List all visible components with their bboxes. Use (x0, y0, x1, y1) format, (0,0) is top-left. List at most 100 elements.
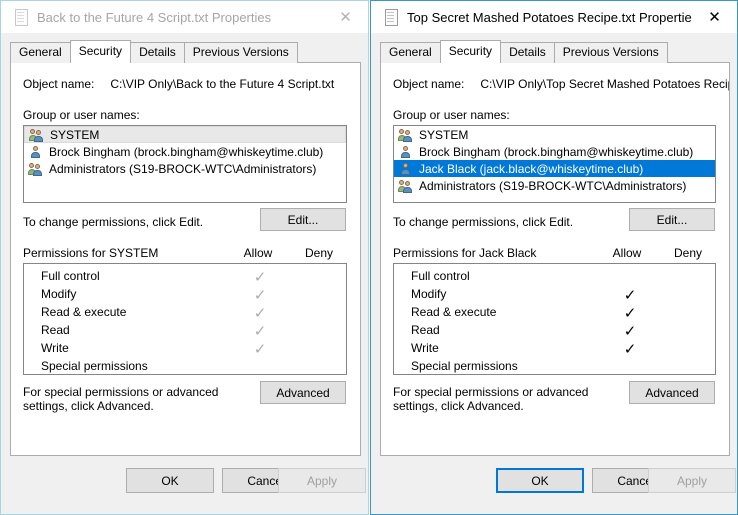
icon-body (31, 151, 40, 158)
list-item-label: Brock Bingham (brock.bingham@whiskeytime… (419, 144, 694, 159)
close-icon: ✕ (708, 7, 721, 26)
list-item-label: SYSTEM (419, 127, 469, 142)
edit-permissions-hint: To change permissions, click Edit. (23, 215, 204, 229)
icon-body (403, 135, 412, 142)
icon-body (401, 168, 410, 175)
group-icon (29, 128, 45, 142)
icon-head (35, 163, 40, 169)
list-item[interactable]: Administrators (S19-BROCK-WTC\Administra… (394, 177, 715, 194)
permissions-list: Full control ✓ Modify ✓ Read & execute ✓ Read ✓… (23, 263, 347, 375)
permission-row: Full control (394, 268, 715, 286)
list-item-label: Jack Black (jack.black@whiskeytime.club) (419, 161, 644, 176)
permission-row: Modify ✓ (24, 286, 346, 304)
allow-column-header: Allow (612, 246, 642, 260)
list-item[interactable]: SYSTEM (394, 126, 715, 143)
object-name-row: Object name: C:\VIP Only\Top Secret Mashe… (393, 77, 729, 91)
allow-checkmark-icon[interactable]: ✓ (248, 286, 272, 304)
permission-name: Write (41, 341, 69, 355)
allow-checkmark-icon[interactable]: ✓ (248, 268, 272, 286)
tab-general[interactable]: General (10, 42, 71, 63)
permission-row: Special permissions (394, 358, 715, 374)
permission-row: Read ✓ (394, 322, 715, 340)
tab-security[interactable]: Security (69, 40, 132, 63)
group-icon-head-back (399, 128, 404, 134)
object-name-value: C:\VIP Only\Back to the Future 4 Script.… (110, 77, 335, 91)
tab-security[interactable]: Security (439, 40, 502, 63)
list-item[interactable]: Jack Black (jack.black@whiskeytime.club) (394, 160, 715, 177)
tab-details[interactable]: Details (130, 42, 185, 63)
ok-button[interactable]: OK (496, 468, 584, 493)
permission-row: Write ✓ (394, 340, 715, 358)
allow-checkmark-icon[interactable]: ✓ (248, 304, 272, 322)
list-item[interactable]: Brock Bingham (brock.bingham@whiskeytime… (24, 143, 346, 160)
group-icon-head-back (29, 162, 34, 168)
ok-button[interactable]: OK (126, 468, 214, 493)
object-name-label: Object name: (23, 77, 95, 91)
edit-button[interactable]: Edit... (260, 208, 346, 231)
window-title: Back to the Future 4 Script.txt Properti… (37, 9, 272, 25)
permission-name: Write (411, 341, 439, 355)
permissions-title: Permissions for SYSTEM (23, 246, 159, 260)
user-icon (28, 145, 44, 159)
icon-body (403, 186, 412, 193)
allow-checkmark-icon[interactable]: ✓ (618, 340, 642, 358)
close-button[interactable]: ✕ (323, 2, 368, 32)
icon-head (405, 129, 410, 135)
icon-head (33, 145, 38, 151)
list-item[interactable]: Administrators (S19-BROCK-WTC\Administra… (24, 160, 346, 177)
apply-button: Apply (278, 468, 366, 493)
permission-name: Read (411, 323, 440, 337)
allow-checkmark-icon[interactable]: ✓ (618, 304, 642, 322)
group-or-user-names-list[interactable]: SYSTEM Brock Bingham (brock.bingham@whisk… (393, 125, 716, 203)
dialog-button-bar: OK Cancel Apply (371, 456, 737, 514)
group-icon-head-back (399, 179, 404, 185)
advanced-button[interactable]: Advanced (629, 381, 715, 404)
deny-column-header: Deny (673, 246, 702, 260)
icon-head (403, 145, 408, 151)
permission-name: Read & execute (411, 305, 497, 319)
doc-shape (385, 9, 398, 26)
doc-shape (15, 9, 28, 26)
edit-permissions-hint: To change permissions, click Edit. (393, 215, 574, 229)
permission-name: Special permissions (41, 359, 148, 373)
list-item[interactable]: SYSTEM (24, 126, 346, 143)
tab-details[interactable]: Details (500, 42, 555, 63)
permission-name: Full control (41, 269, 100, 283)
icon-body (34, 135, 43, 142)
tab-previous-versions[interactable]: Previous Versions (183, 42, 298, 63)
advanced-hint: For special permissions or advanced sett… (393, 385, 589, 413)
group-or-user-names-label: Group or user names: (393, 108, 510, 122)
close-button[interactable]: ✕ (692, 2, 737, 32)
group-icon-head-back (30, 128, 35, 134)
close-icon: ✕ (339, 7, 352, 26)
advanced-button[interactable]: Advanced (260, 381, 346, 404)
allow-checkmark-icon[interactable]: ✓ (618, 286, 642, 304)
allow-checkmark-icon[interactable]: ✓ (248, 322, 272, 340)
permission-name: Modify (41, 287, 77, 301)
group-or-user-names-list[interactable]: SYSTEM Brock Bingham (brock.bingham@whisk… (23, 125, 347, 203)
properties-dialog-right: Top Secret Mashed Potatoes Recipe.txt Pr… (370, 0, 738, 515)
title-bar: Back to the Future 4 Script.txt Properti… (1, 1, 368, 33)
security-tab-panel: Object name: C:\VIP Only\Back to the Futu… (10, 62, 361, 456)
list-item[interactable]: Brock Bingham (brock.bingham@whiskeytime… (394, 143, 715, 160)
tab-previous-versions[interactable]: Previous Versions (553, 42, 668, 63)
apply-button: Apply (648, 468, 736, 493)
allow-checkmark-icon[interactable]: ✓ (618, 322, 642, 340)
text-file-icon (383, 8, 399, 26)
object-name-row: Object name: C:\VIP Only\Back to the Futu… (23, 77, 334, 91)
permission-name: Special permissions (411, 359, 518, 373)
icon-head (36, 129, 41, 135)
permission-row: Modify ✓ (394, 286, 715, 304)
icon-body (401, 151, 410, 158)
permission-row: Read ✓ (24, 322, 346, 340)
permission-name: Read & execute (41, 305, 127, 319)
tab-general[interactable]: General (380, 42, 441, 63)
screen: Back to the Future 4 Script.txt Properti… (0, 0, 738, 515)
deny-column-header: Deny (304, 246, 333, 260)
edit-button[interactable]: Edit... (629, 208, 715, 231)
permissions-title: Permissions for Jack Black (393, 246, 537, 260)
allow-checkmark-icon[interactable]: ✓ (248, 340, 272, 358)
permission-name: Modify (411, 287, 447, 301)
title-bar: Top Secret Mashed Potatoes Recipe.txt Pr… (371, 1, 737, 33)
properties-dialog-left: Back to the Future 4 Script.txt Properti… (0, 0, 369, 515)
